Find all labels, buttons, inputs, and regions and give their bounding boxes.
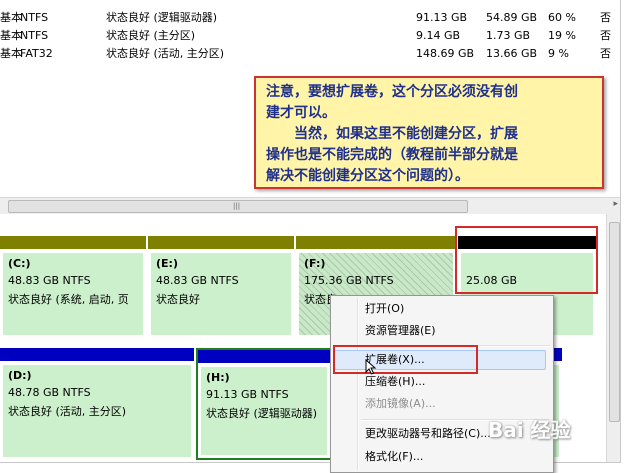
menu-item-explorer[interactable]: 资源管理器(E) bbox=[365, 321, 436, 341]
note-line: 建才可以。 bbox=[266, 105, 336, 121]
note-line: 当然，如果这里不能创建分区，扩展 bbox=[266, 126, 518, 142]
scrollbar-thumb[interactable] bbox=[609, 222, 620, 422]
volume-fs: NTFS bbox=[20, 29, 49, 42]
volume-row[interactable]: 基本 NTFS 状态良好 (逻辑驱动器) 91.13 GB 54.89 GB 6… bbox=[0, 9, 620, 27]
volume-fault-tolerance: 否 bbox=[600, 11, 611, 24]
partition-h[interactable]: (H:) 91.13 GB NTFS 状态良好 (逻辑驱动器) bbox=[196, 348, 332, 460]
volume-layout: 基本 bbox=[0, 47, 22, 60]
partition-label: (F:) bbox=[304, 257, 326, 270]
volume-row[interactable]: 基本 NTFS 状态良好 (主分区) 9.14 GB 1.73 GB 19 % … bbox=[0, 27, 620, 45]
menu-item-format[interactable]: 格式化(F)... bbox=[365, 447, 423, 467]
mouse-pointer-icon bbox=[365, 359, 377, 375]
volume-pct: 60 % bbox=[548, 11, 576, 24]
annotation-note: 注意，要想扩展卷，这个分区必须没有创 建才可以。 当然，如果这里不能创建分区，扩… bbox=[254, 76, 604, 189]
partition-body[interactable]: (C:) 48.83 GB NTFS 状态良好 (系统, 启动, 页 bbox=[3, 253, 143, 335]
partition-label: (C:) bbox=[8, 257, 31, 270]
partition-bar bbox=[198, 350, 330, 363]
extend-volume-highlight bbox=[333, 345, 478, 374]
menu-item-add-mirror: 添加镜像(A)... bbox=[365, 397, 436, 410]
volume-capacity: 148.69 GB bbox=[416, 47, 475, 60]
partition-status: 状态良好 bbox=[156, 293, 200, 306]
volume-free: 1.73 GB bbox=[486, 29, 531, 42]
partition-size: 48.78 GB NTFS bbox=[8, 386, 91, 399]
partition-status: 状态良好 (系统, 启动, 页 bbox=[8, 293, 129, 306]
volume-pct: 9 % bbox=[548, 47, 569, 60]
partition-label: (D:) bbox=[8, 369, 32, 382]
vertical-scrollbar[interactable] bbox=[606, 214, 620, 462]
partition-d[interactable]: (D:) 48.78 GB NTFS 状态良好 (活动, 主分区) bbox=[0, 348, 194, 460]
volume-capacity: 91.13 GB bbox=[416, 11, 468, 24]
partition-bar bbox=[0, 348, 194, 361]
menu-item-open[interactable]: 打开(O) bbox=[365, 299, 404, 319]
volume-capacity: 9.14 GB bbox=[416, 29, 461, 42]
partition-bar bbox=[148, 236, 294, 249]
partition-body[interactable]: (E:) 48.83 GB NTFS 状态良好 bbox=[151, 253, 291, 335]
partition-c[interactable]: (C:) 48.83 GB NTFS 状态良好 (系统, 启动, 页 bbox=[0, 236, 146, 338]
context-menu: 打开(O) 资源管理器(E) 扩展卷(X)... 压缩卷(H)... 添加镜像(… bbox=[330, 295, 554, 473]
volume-free: 54.89 GB bbox=[486, 11, 538, 24]
volume-layout: 基本 bbox=[0, 29, 22, 42]
volume-free: 13.66 GB bbox=[486, 47, 538, 60]
volume-row[interactable]: 基本 FAT32 状态良好 (活动, 主分区) 148.69 GB 13.66 … bbox=[0, 45, 620, 63]
note-line: 解决不能创建分区这个问题的）。 bbox=[266, 168, 469, 184]
volume-pct: 19 % bbox=[548, 29, 576, 42]
menu-item-shrink-volume[interactable]: 压缩卷(H)... bbox=[365, 372, 425, 392]
volume-fs: FAT32 bbox=[20, 47, 53, 60]
note-line: 操作也是不能完成的（教程前半部分就是 bbox=[266, 147, 518, 163]
partition-size: 175.36 GB NTFS bbox=[304, 274, 394, 287]
partition-bar bbox=[0, 236, 146, 249]
grip-icon: ||| bbox=[233, 202, 241, 210]
volume-status: 状态良好 (活动, 主分区) bbox=[106, 47, 225, 60]
partition-status: 状态良好 (逻辑驱动器) bbox=[206, 407, 318, 420]
partition-bar bbox=[296, 236, 456, 249]
menu-gutter bbox=[357, 298, 359, 470]
partition-body[interactable]: (D:) 48.78 GB NTFS 状态良好 (活动, 主分区) bbox=[3, 365, 191, 457]
partition-body[interactable]: (H:) 91.13 GB NTFS 状态良好 (逻辑驱动器) bbox=[201, 367, 327, 455]
volume-fs: NTFS bbox=[20, 11, 49, 24]
partition-size: 48.83 GB NTFS bbox=[156, 274, 239, 287]
note-line: 注意，要想扩展卷，这个分区必须没有创 bbox=[266, 84, 518, 100]
volume-fault-tolerance: 否 bbox=[600, 29, 611, 42]
scroll-right-icon[interactable]: ▸ bbox=[613, 199, 618, 209]
unallocated-highlight bbox=[455, 226, 598, 294]
scrollbar-thumb[interactable]: ||| bbox=[8, 200, 468, 213]
partition-size: 48.83 GB NTFS bbox=[8, 274, 91, 287]
partition-label: (E:) bbox=[156, 257, 178, 270]
partition-status: 状态良好 (活动, 主分区) bbox=[8, 405, 127, 418]
volume-status: 状态良好 (逻辑驱动器) bbox=[106, 11, 218, 24]
partition-e[interactable]: (E:) 48.83 GB NTFS 状态良好 bbox=[148, 236, 294, 338]
menu-item-change-drive-letter[interactable]: 更改驱动器号和路径(C)... bbox=[365, 424, 491, 444]
partition-label: (H:) bbox=[206, 371, 230, 384]
volume-fault-tolerance: 否 bbox=[600, 47, 611, 60]
volume-status: 状态良好 (主分区) bbox=[106, 29, 196, 42]
watermark-logo: Bai 经验 bbox=[488, 418, 571, 442]
partition-size: 91.13 GB NTFS bbox=[206, 388, 289, 401]
volume-layout: 基本 bbox=[0, 11, 22, 24]
